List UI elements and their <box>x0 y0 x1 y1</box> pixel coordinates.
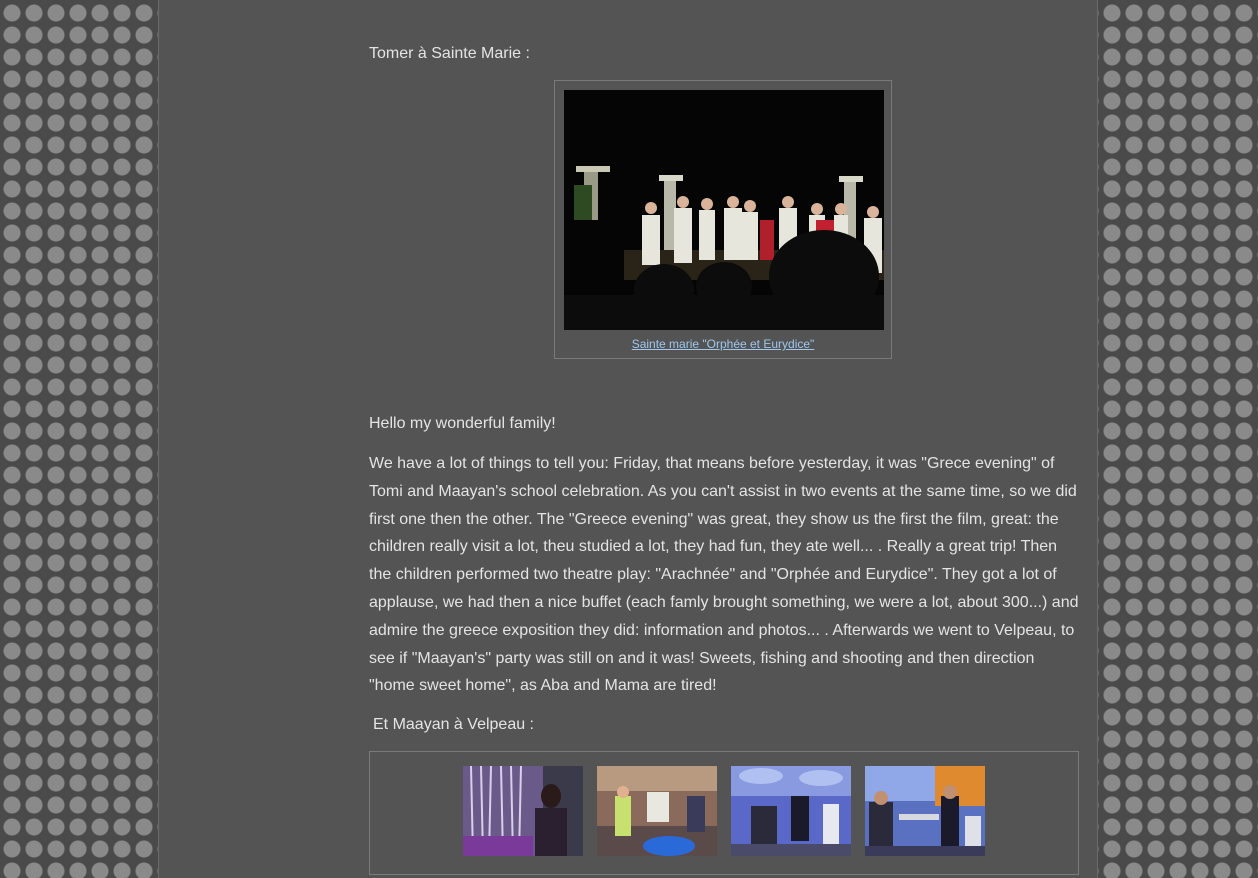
gallery-thumbnail[interactable] <box>731 766 851 856</box>
video-caption-link[interactable]: Sainte marie "Orphée et Eurydice" <box>555 337 891 351</box>
photo-image <box>463 766 583 856</box>
photo-gallery <box>369 751 1079 875</box>
post-greeting: Hello my wonderful family! <box>369 415 556 432</box>
video-still-image <box>564 90 884 330</box>
video-embed: Sainte marie "Orphée et Eurydice" <box>554 80 892 359</box>
section-heading-velpeau: Et Maayan à Velpeau : <box>373 716 534 733</box>
photo-image <box>731 766 851 856</box>
section-heading-sainte-marie: Tomer à Sainte Marie : <box>369 45 530 62</box>
gallery-thumbnail[interactable] <box>865 766 985 856</box>
gallery-thumbnail[interactable] <box>463 766 583 856</box>
post-body-text: We have a lot of things to tell you: Fri… <box>369 455 1079 695</box>
gallery-thumbnail[interactable] <box>597 766 717 856</box>
video-player[interactable] <box>564 90 884 330</box>
page-column: Tomer à Sainte Marie : Sainte marie "Orp… <box>158 0 1098 878</box>
photo-image <box>597 766 717 856</box>
photo-image <box>865 766 985 856</box>
